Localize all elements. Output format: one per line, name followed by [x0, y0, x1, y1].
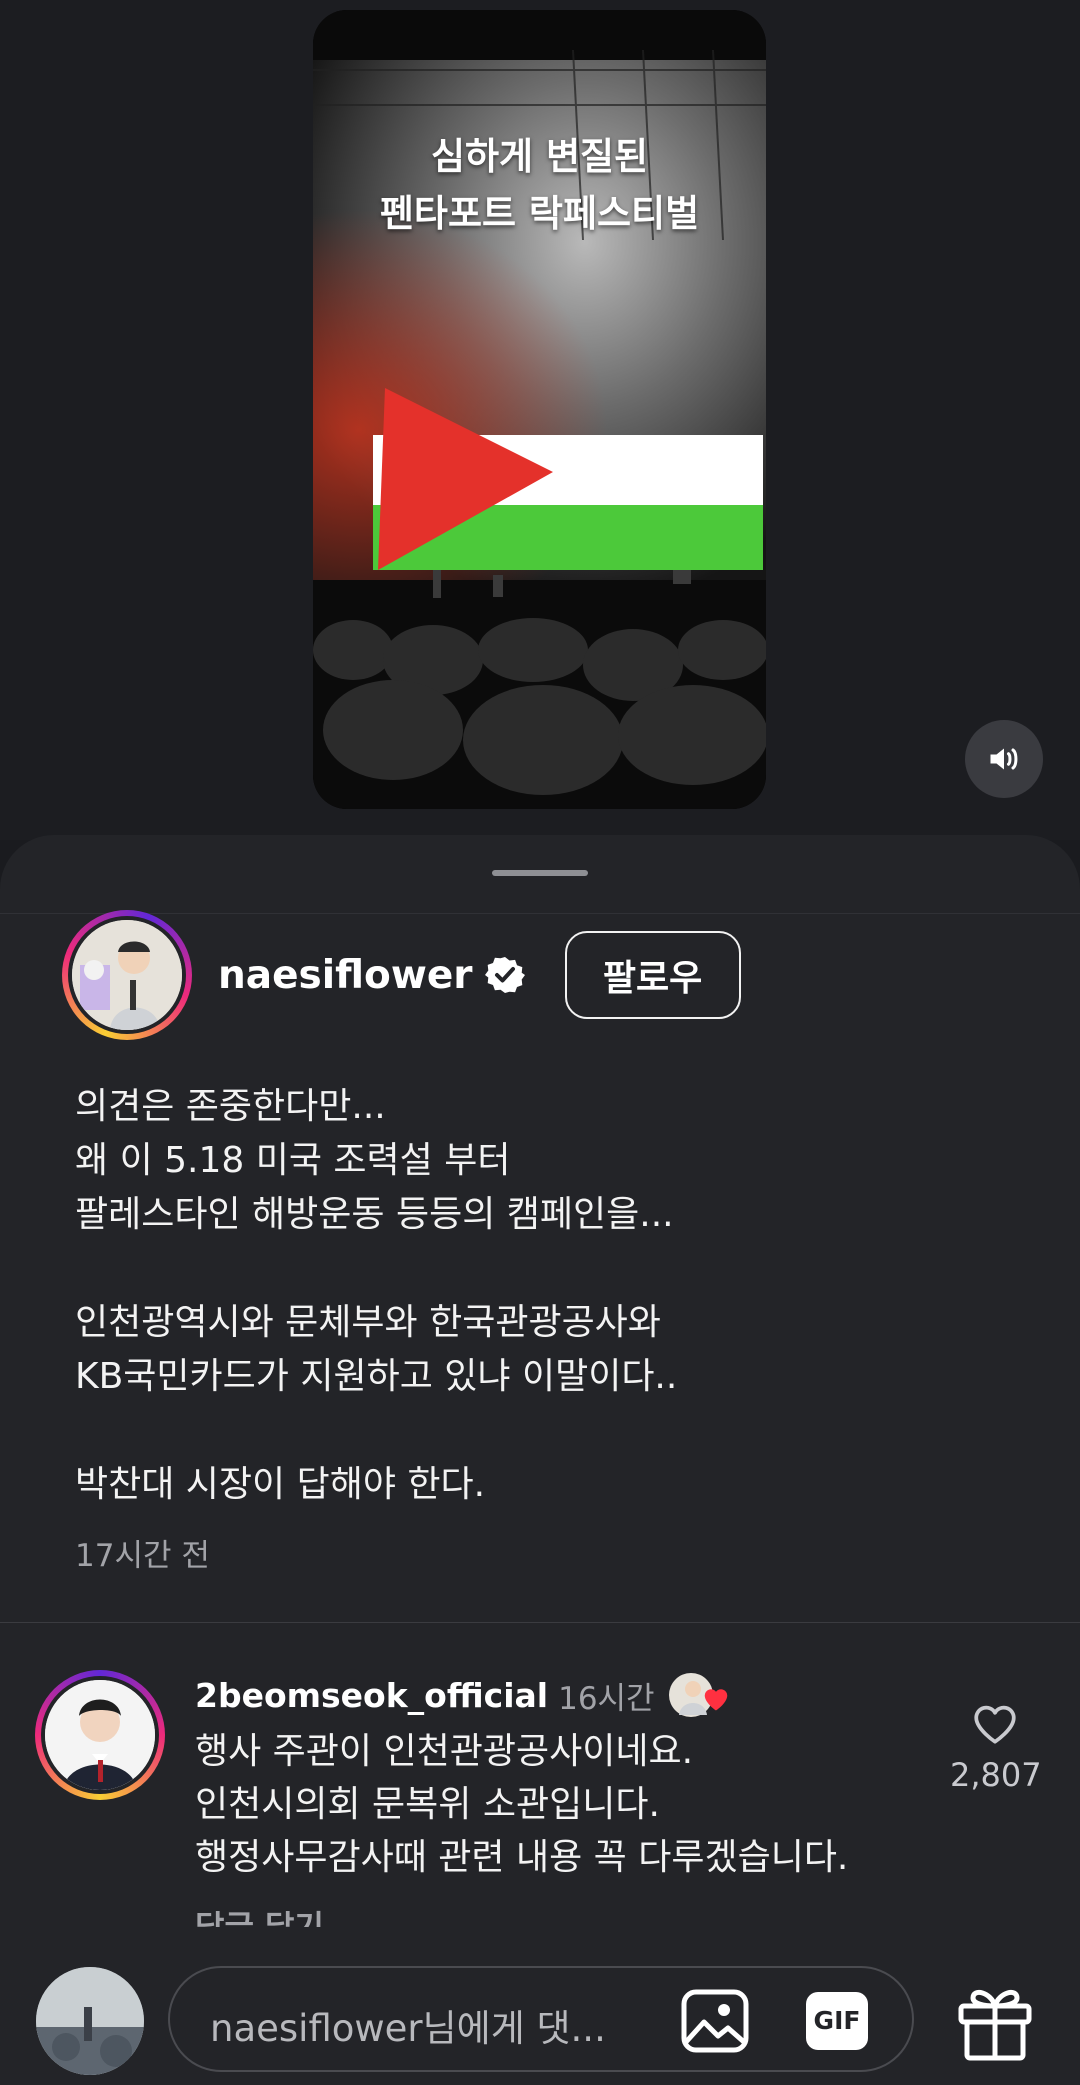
volume-icon — [990, 748, 1018, 770]
photo-icon[interactable] — [680, 1986, 750, 2056]
comment-header: 2beomseok_official 16시간 — [195, 1670, 727, 1720]
comment-like-count: 2,807 — [950, 1756, 1042, 1794]
comments-sheet: naesiflower 팔로우 의견은 존중한다만... 왜 이 5.18 미국… — [0, 835, 1080, 2085]
post-author-row: naesiflower 팔로우 — [62, 910, 741, 1040]
comment-like[interactable]: 2,807 — [950, 1700, 1042, 1794]
author-avatar-image — [72, 920, 182, 1030]
commenter-username[interactable]: 2beomseok_official — [195, 1676, 548, 1715]
comment-timestamp: 16시간 — [558, 1680, 655, 1717]
volume-button[interactable] — [965, 720, 1043, 798]
author-username[interactable]: naesiflower — [218, 953, 473, 998]
gif-label: GIF — [813, 2006, 861, 2035]
verified-badge-icon — [484, 957, 525, 993]
author-avatar[interactable] — [62, 910, 192, 1040]
current-user-avatar — [36, 1967, 144, 2075]
gif-icon[interactable]: GIF — [802, 1986, 872, 2056]
comment-input-placeholder: naesiflower님에게 댓... — [210, 2007, 606, 2050]
commenter-avatar-image — [45, 1680, 155, 1790]
reply-link[interactable]: 답글 달기 — [195, 1905, 324, 1927]
current-user-avatar-image — [36, 1967, 144, 2075]
comment-item: 2beomseok_official 16시간 행사 주관이 인천관광공사이네요… — [0, 1645, 1080, 1945]
comment-text: 행사 주관이 인천관광공사이네요. 인천시의회 문복위 소관입니다. 행정사무감… — [195, 1731, 849, 1878]
heart-badge-icon — [704, 1689, 727, 1711]
video-player[interactable]: 심하게 변질된 펜타포트 락페스티벌 — [313, 10, 766, 809]
comment-composer: naesiflower님에게 댓... GIF — [0, 1940, 1080, 2085]
author-liked-indicator — [667, 1670, 727, 1720]
commenter-avatar[interactable] — [35, 1670, 165, 1800]
video-overlay-caption: 심하게 변질된 펜타포트 락페스티벌 — [313, 128, 766, 242]
post-caption: 의견은 존중한다만... 왜 이 5.18 미국 조력설 부터 팔레스타인 해방… — [75, 1086, 678, 1505]
comment-input[interactable]: naesiflower님에게 댓... GIF — [168, 1966, 914, 2072]
gift-icon[interactable] — [955, 1982, 1035, 2062]
overlay-line-1: 심하게 변질된 — [430, 135, 649, 178]
follow-button[interactable]: 팔로우 — [564, 931, 741, 1019]
heart-outline-icon[interactable] — [970, 1700, 1020, 1746]
caption-divider — [0, 1622, 1080, 1623]
overlay-line-2: 펜타포트 락페스티벌 — [379, 192, 700, 235]
sheet-drag-handle[interactable] — [492, 870, 588, 876]
video-area: 심하게 변질된 펜타포트 락페스티벌 — [0, 0, 1080, 840]
post-timestamp: 17시간 전 — [75, 1538, 210, 1574]
